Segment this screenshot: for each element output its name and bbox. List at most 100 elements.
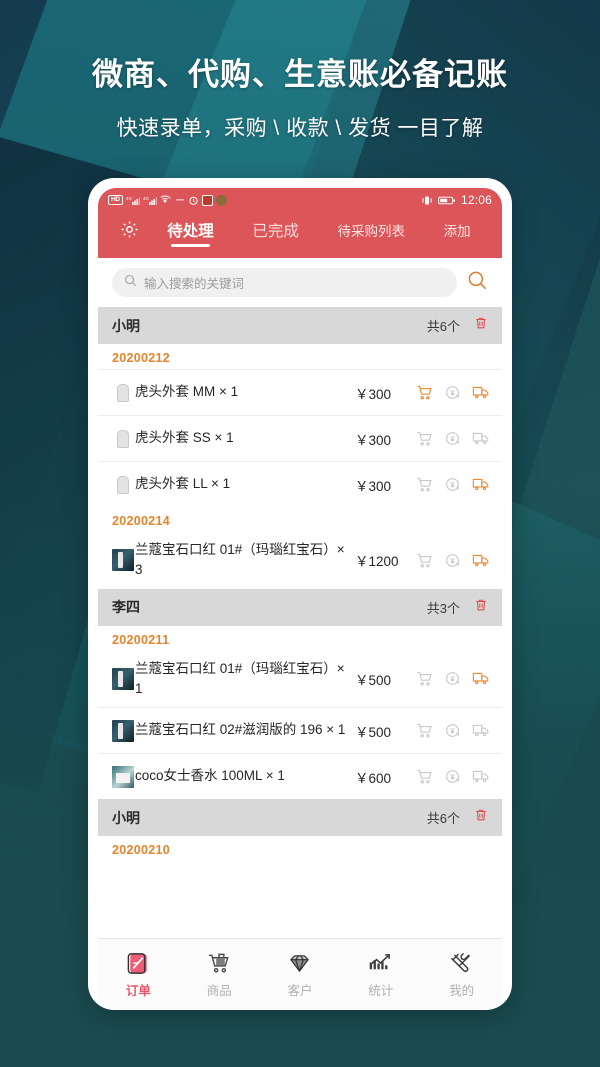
truck-icon[interactable] (471, 475, 490, 494)
signal-4g-icon-2: 4G (143, 194, 157, 206)
product-price: ￥300 (355, 478, 392, 494)
refund-yen-icon[interactable] (443, 383, 462, 402)
product-price: ￥500 (355, 724, 392, 740)
cart-icon[interactable] (415, 551, 434, 570)
truck-icon[interactable] (471, 721, 490, 740)
search-input[interactable]: 输入搜索的关键词 (144, 273, 244, 292)
product-name: 兰蔻宝石口红 02#滋润版的 196 × 1 (135, 722, 346, 738)
product-thumbnail (112, 719, 134, 742)
product-name: 虎头外套 SS × 1 (135, 430, 234, 446)
nav-item-orders[interactable]: 订单 (98, 950, 179, 999)
tab-pending[interactable]: 待处理 (167, 219, 214, 247)
phone-screen: HD 4G 4G 1 12:06 待处理 已完成 待采购列表 添加 输入搜索的关… (98, 188, 502, 1010)
product-thumbnail (112, 381, 134, 404)
mute-icon (175, 194, 185, 206)
status-bar-clock: 12:06 (460, 193, 492, 207)
nav-item-products[interactable]: 商品 (179, 950, 260, 999)
refund-yen-icon[interactable] (443, 669, 462, 688)
nav-label-statistics: 统计 (368, 984, 394, 998)
product-thumbnail (112, 427, 134, 450)
truck-icon[interactable] (471, 767, 490, 786)
product-price: ￥300 (355, 432, 392, 448)
order-item-row[interactable]: 兰蔻宝石口红 01#（玛瑙红宝石）× 1 ￥500 (98, 651, 502, 708)
product-price: ￥1200 (355, 554, 399, 570)
nav-item-statistics[interactable]: 统计 (340, 950, 421, 999)
product-price: ￥600 (355, 770, 392, 786)
chart-stats-icon (368, 950, 393, 976)
product-name: 虎头外套 MM × 1 (135, 384, 239, 400)
group-header[interactable]: 李四 共3个 (98, 588, 502, 626)
trash-icon (474, 808, 488, 827)
row-actions (415, 721, 490, 740)
product-name: 兰蔻宝石口红 01#（玛瑙红宝石）× 1 (135, 660, 345, 696)
nav-label-mine: 我的 (449, 984, 475, 998)
product-name: 兰蔻宝石口红 01#（玛瑙红宝石）× 3 (135, 542, 345, 578)
phone-mockup: HD 4G 4G 1 12:06 待处理 已完成 待采购列表 添加 输入搜索的关… (88, 178, 512, 1010)
order-note-icon (126, 950, 151, 976)
nav-item-customers[interactable]: 客户 (260, 950, 341, 999)
truck-icon[interactable] (471, 429, 490, 448)
refund-yen-icon[interactable] (443, 475, 462, 494)
order-item-row[interactable]: 兰蔻宝石口红 01#（玛瑙红宝石）× 3 ￥1200 (98, 532, 502, 589)
cart-icon[interactable] (415, 721, 434, 740)
cart-icon[interactable] (415, 429, 434, 448)
tab-bar: 待处理 已完成 待采购列表 添加 (98, 212, 502, 258)
refund-yen-icon[interactable] (443, 429, 462, 448)
tools-icon (449, 950, 474, 976)
search-input-wrapper[interactable]: 输入搜索的关键词 (112, 268, 457, 297)
group-header[interactable]: 小明 共6个 (98, 799, 502, 836)
alarm-icon (188, 194, 199, 206)
customer-name: 李四 (112, 599, 140, 615)
customer-name: 小明 (112, 317, 140, 334)
delete-group-button[interactable] (474, 316, 488, 335)
cart-icon[interactable] (415, 669, 434, 688)
cart-icon[interactable] (415, 383, 434, 402)
truck-icon[interactable] (471, 383, 490, 402)
group-header[interactable]: 小明 共6个 (98, 307, 502, 344)
nav-item-mine[interactable]: 我的 (421, 950, 502, 999)
order-item-row[interactable]: coco女士香水 100ML × 1 ￥600 (98, 753, 502, 799)
search-submit-button[interactable] (467, 270, 488, 296)
row-actions (415, 669, 490, 688)
trash-icon (474, 316, 488, 335)
settings-button[interactable] (110, 220, 148, 244)
product-thumbnail (112, 765, 134, 788)
order-item-row[interactable]: 虎头外套 MM × 1 ￥300 (98, 369, 502, 415)
truck-icon[interactable] (471, 551, 490, 570)
date-header: 20200211 (112, 632, 170, 647)
wifi-hotspot-icon: 1 (160, 194, 172, 206)
tab-completed[interactable]: 已完成 (252, 219, 299, 246)
tab-add[interactable]: 添加 (444, 220, 471, 245)
nav-label-orders: 订单 (125, 984, 151, 998)
order-item-row[interactable]: 兰蔻宝石口红 02#滋润版的 196 × 1 ￥500 (98, 707, 502, 753)
row-actions (415, 551, 490, 570)
cart-icon[interactable] (415, 475, 434, 494)
order-list[interactable]: 小明 共6个 20200212 虎头外套 MM × 1 ￥300 虎头外套 SS… (98, 307, 502, 938)
promo-headline: 微商、代购、生意账必备记账 (92, 57, 508, 92)
diamond-icon (287, 950, 312, 976)
delete-group-button[interactable] (474, 808, 488, 827)
order-item-row[interactable]: 虎头外套 LL × 1 ￥300 (98, 461, 502, 507)
gear-icon (120, 220, 139, 244)
refund-yen-icon[interactable] (443, 767, 462, 786)
order-item-row[interactable]: 虎头外套 SS × 1 ￥300 (98, 415, 502, 461)
app-header: HD 4G 4G 1 12:06 待处理 已完成 待采购列表 添加 (98, 188, 502, 258)
row-actions (415, 475, 490, 494)
truck-icon[interactable] (471, 669, 490, 688)
status-bar-right: 12:06 (421, 193, 492, 207)
nav-label-products: 商品 (206, 984, 232, 998)
group-count: 共6个 (426, 811, 460, 826)
product-thumbnail (112, 473, 134, 496)
cart-icon[interactable] (415, 767, 434, 786)
tab-purchase-list[interactable]: 待采购列表 (338, 220, 406, 245)
vibrate-icon (421, 194, 433, 206)
product-name: coco女士香水 100ML × 1 (135, 768, 285, 784)
shopping-cart-icon (207, 950, 232, 976)
customer-name: 小明 (112, 809, 140, 826)
search-bar: 输入搜索的关键词 (98, 258, 502, 307)
trash-icon (474, 598, 488, 617)
refund-yen-icon[interactable] (443, 721, 462, 740)
refund-yen-icon[interactable] (443, 551, 462, 570)
signal-4g-icon: 4G (126, 194, 140, 206)
delete-group-button[interactable] (474, 598, 488, 617)
